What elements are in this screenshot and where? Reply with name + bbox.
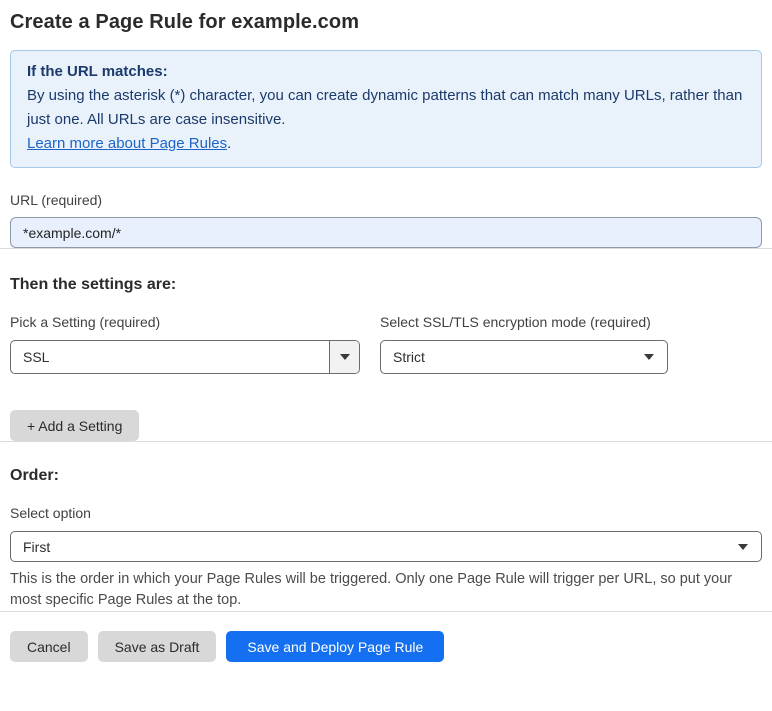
- chevron-down-icon[interactable]: [329, 341, 359, 373]
- chevron-down-icon: [644, 354, 667, 360]
- learn-more-link[interactable]: Learn more about Page Rules: [27, 135, 227, 152]
- setting-select[interactable]: SSL: [10, 340, 360, 374]
- setting-select-value: SSL: [23, 349, 50, 365]
- setting-picker-field: Pick a Setting (required) SSL: [10, 314, 360, 374]
- save-and-deploy-button[interactable]: Save and Deploy Page Rule: [226, 631, 445, 662]
- chevron-down-icon: [738, 543, 761, 550]
- ssl-mode-label: Select SSL/TLS encryption mode (required…: [380, 314, 651, 330]
- order-select-label: Select option: [10, 505, 91, 521]
- create-page-rule-form: Create a Page Rule for example.com If th…: [0, 0, 772, 711]
- setting-picker-label: Pick a Setting (required): [10, 314, 161, 330]
- add-setting-button[interactable]: + Add a Setting: [10, 410, 140, 441]
- ssl-mode-select-value: Strict: [393, 349, 425, 365]
- info-box-link-line: Learn more about Page Rules.: [27, 132, 745, 156]
- divider: [0, 611, 772, 612]
- url-label: URL (required): [10, 192, 103, 208]
- order-section-heading: Order:: [10, 467, 59, 484]
- chevron-down-glyph: [339, 354, 350, 360]
- settings-section-heading: Then the settings are:: [10, 276, 177, 293]
- url-match-info-box: If the URL matches: By using the asteris…: [10, 50, 762, 168]
- order-help-text: This is the order in which your Page Rul…: [10, 571, 733, 608]
- order-select[interactable]: First: [10, 531, 762, 562]
- page-title: Create a Page Rule for example.com: [10, 11, 360, 33]
- chevron-down-glyph: [644, 354, 654, 360]
- save-as-draft-button[interactable]: Save as Draft: [97, 631, 217, 662]
- info-box-heading: If the URL matches:: [27, 63, 168, 80]
- info-box-body: By using the asterisk (*) character, you…: [27, 87, 743, 128]
- footer-actions: Cancel Save as Draft Save and Deploy Pag…: [10, 631, 762, 662]
- ssl-mode-field: Select SSL/TLS encryption mode (required…: [380, 314, 668, 374]
- url-input[interactable]: [10, 217, 762, 248]
- settings-row: Pick a Setting (required) SSL Select SSL…: [10, 314, 762, 374]
- chevron-down-glyph: [738, 543, 748, 550]
- order-select-value: First: [23, 538, 51, 555]
- cancel-button[interactable]: Cancel: [10, 631, 88, 662]
- divider: [0, 248, 772, 249]
- link-suffix: .: [227, 135, 232, 152]
- ssl-mode-select[interactable]: Strict: [380, 340, 668, 374]
- divider: [0, 441, 772, 442]
